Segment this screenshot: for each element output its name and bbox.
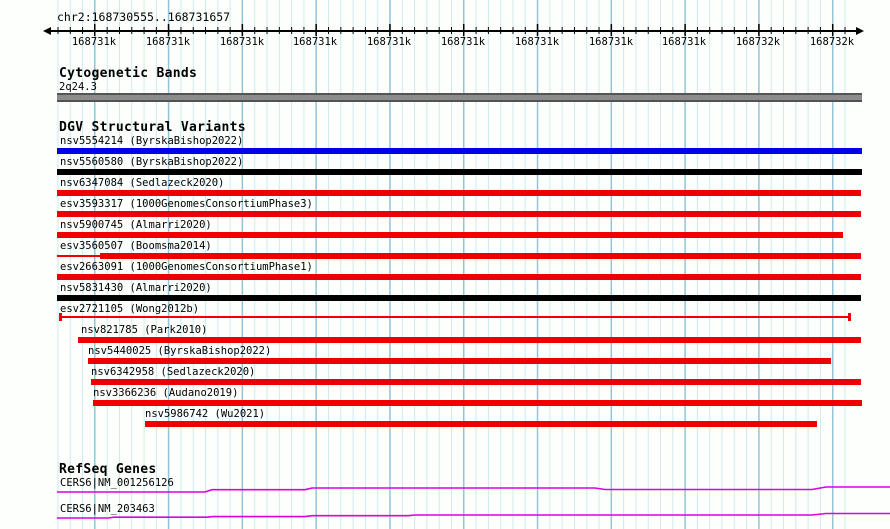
variant-bar[interactable] [93,400,862,406]
track-title: DGV Structural Variants [59,120,246,135]
variant-label[interactable]: esv3593317 (1000GenomesConsortiumPhase3) [60,198,313,210]
variant-bar[interactable] [91,379,861,385]
gene-label[interactable]: CERS6|NM_203463 [60,503,155,515]
variant-bar[interactable] [57,232,843,238]
variant-label[interactable]: nsv6347084 (Sedlazeck2020) [60,177,224,189]
ruler-tick-label: 168731k [440,36,486,48]
gene-label[interactable]: CERS6|NM_001256126 [60,477,174,489]
variant-thin-segment[interactable] [57,255,100,257]
variant-bar[interactable] [57,148,862,154]
variant-label[interactable]: nsv3366236 (Audano2019) [93,387,238,399]
ruler-tick-label: 168731k [366,36,412,48]
variant-label[interactable]: nsv5440025 (ByrskaBishop2022) [88,345,271,357]
variant-bar[interactable] [57,190,861,196]
variant-line-right-cap [848,313,851,321]
cytoband-bar[interactable] [57,93,862,102]
variant-bar[interactable] [78,337,861,343]
variant-bar[interactable] [57,295,861,301]
variant-line[interactable] [60,316,850,318]
variant-label[interactable]: nsv5554214 (ByrskaBishop2022) [60,135,243,147]
ruler-tick-label: 168731k [71,36,117,48]
ruler-major-ticks [57,24,848,36]
variant-bar[interactable] [57,211,861,217]
variant-bar[interactable] [57,169,862,175]
variant-label[interactable]: nsv6342958 (Sedlazeck2020) [91,366,255,378]
region-title: chr2:168730555..168731657 [57,10,231,24]
ruler-right-arrow-icon [856,27,864,35]
variant-label[interactable]: nsv5831430 (Almarri2020) [60,282,212,294]
variant-bar[interactable] [100,253,861,259]
track-title: RefSeq Genes [59,462,157,477]
ruler-tick-label: 168731k [145,36,191,48]
variant-bar[interactable] [145,421,817,427]
genome-browser-panel: chr2:168730555..168731657 168731k 168731… [0,0,890,529]
variant-label[interactable]: nsv5986742 (Wu2021) [145,408,265,420]
track-title: Cytogenetic Bands [59,66,198,81]
ruler-tick-label: 168732k [809,36,855,48]
variant-label[interactable]: nsv5900745 (Almarri2020) [60,219,212,231]
variant-label[interactable]: esv2721105 (Wong2012b) [60,303,199,315]
variant-label[interactable]: esv3560507 (Boomsma2014) [60,240,212,252]
variant-label[interactable]: esv2663091 (1000GenomesConsortiumPhase1) [60,261,313,273]
variant-label[interactable]: nsv5560580 (ByrskaBishop2022) [60,156,243,168]
ruler-tick-label: 168731k [588,36,634,48]
ruler-tick-label: 168732k [735,36,781,48]
ruler-tick-label: 168731k [219,36,265,48]
variant-label[interactable]: nsv821785 (Park2010) [81,324,207,336]
cytoband-label: 2q24.3 [59,81,97,93]
variant-bar[interactable] [88,358,831,364]
ruler-tick-label: 168731k [661,36,707,48]
ruler-tick-label: 168731k [292,36,338,48]
ruler-tick-label: 168731k [514,36,560,48]
variant-bar[interactable] [57,274,861,280]
